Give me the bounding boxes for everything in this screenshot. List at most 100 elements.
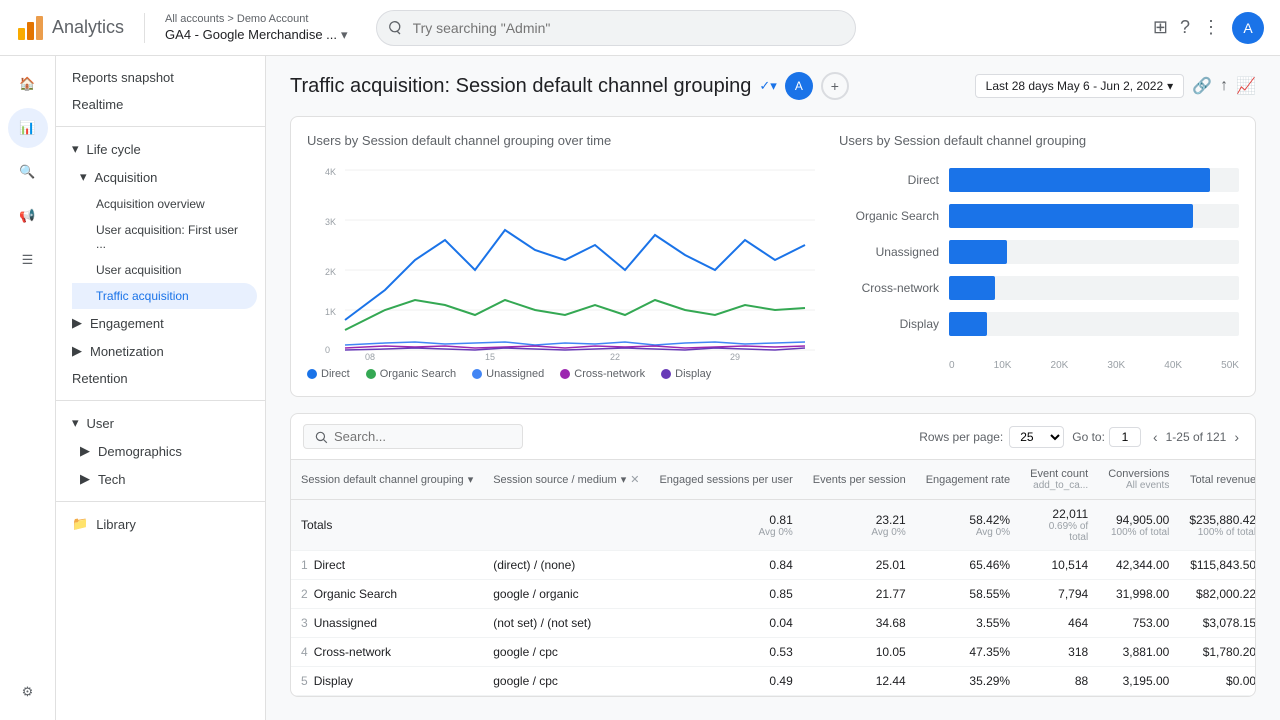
property-selector[interactable]: GA4 - Google Merchandise ... ▾ [165, 27, 348, 43]
topbar-actions: ⊞ ? ⋮ A [1153, 12, 1264, 44]
rows-per-page-select[interactable]: 25 50 100 [1009, 426, 1064, 448]
nav-explore-icon[interactable]: 🔍 [8, 152, 48, 192]
page-header-actions: Last 28 days May 6 - Jun 2, 2022 ▾ 🔗 ↑ 📈 [975, 74, 1256, 98]
sidebar-item-acquisition-overview[interactable]: Acquisition overview [72, 191, 257, 217]
sidebar-acquisition-header[interactable]: ▾ Acquisition [64, 163, 265, 191]
page-title-row: Traffic acquisition: Session default cha… [290, 72, 849, 100]
session-source-close-icon[interactable]: ✕ [630, 473, 639, 486]
data-table: Session default channel grouping ▾ Sessi… [291, 460, 1256, 696]
col-header-total-revenue: Total revenue [1179, 460, 1256, 500]
nav-configure-icon[interactable]: ☰ [8, 240, 48, 280]
legend-display: Display [661, 368, 711, 380]
table-row: 5Display google / cpc 0.49 12.44 35.29% … [291, 667, 1256, 696]
help-icon[interactable]: ? [1180, 17, 1190, 38]
sidebar-divider-1 [56, 126, 265, 127]
table-row: 2Organic Search google / organic 0.85 21… [291, 580, 1256, 609]
topbar: Analytics All accounts > Demo Account GA… [0, 0, 1280, 56]
bar-unassigned: Unassigned [839, 240, 1239, 264]
goto-box: Go to: [1072, 427, 1141, 447]
col-header-events-per-session: Events per session [803, 460, 916, 500]
sidebar-item-library[interactable]: 📁 Library [56, 510, 257, 538]
table-search-box[interactable] [303, 424, 523, 449]
search-input[interactable] [376, 10, 856, 46]
table-row: 3Unassigned (not set) / (not set) 0.04 3… [291, 609, 1256, 638]
app-name: Analytics [52, 17, 124, 38]
page-title: Traffic acquisition: Session default cha… [290, 75, 751, 98]
sidebar-item-realtime[interactable]: Realtime [56, 91, 257, 118]
nav-admin-icon[interactable]: ⚙ [8, 672, 48, 712]
sidebar-tech-header[interactable]: ▶ Tech [64, 465, 265, 493]
main-content: Traffic acquisition: Session default cha… [266, 56, 1280, 720]
logo-area: Analytics [16, 14, 124, 42]
date-range-picker[interactable]: Last 28 days May 6 - Jun 2, 2022 ▾ [975, 74, 1184, 98]
goto-input[interactable] [1109, 427, 1141, 447]
search-icon [386, 20, 402, 36]
pagination-next[interactable]: › [1230, 427, 1243, 447]
topbar-divider [144, 13, 145, 43]
nav-icons: 🏠 📊 🔍 📢 ☰ ⚙ [0, 56, 56, 720]
title-check-icon[interactable]: ✓▾ [759, 78, 776, 94]
add-comparison-icon[interactable]: + [821, 72, 849, 100]
sidebar-user-header[interactable]: ▾ User [56, 409, 265, 437]
session-source-filter-icon[interactable]: ▾ [621, 473, 627, 486]
apps-icon[interactable]: ⊞ [1153, 17, 1168, 38]
export-icon[interactable]: ↑ [1220, 77, 1228, 95]
col-header-conversions: Conversions All events [1098, 460, 1179, 500]
svg-text:22: 22 [610, 352, 620, 360]
bar-chart-title: Users by Session default channel groupin… [839, 133, 1239, 148]
pagination-prev[interactable]: ‹ [1149, 427, 1162, 447]
sidebar-lifecycle-header[interactable]: ▾ Life cycle [56, 135, 265, 163]
nav-home-icon[interactable]: 🏠 [8, 64, 48, 104]
chart-legend: Direct Organic Search Unassigned Cross-n… [307, 368, 823, 380]
sidebar-item-retention[interactable]: Retention [56, 365, 257, 392]
table-row-totals: Totals 0.81 Avg 0% 23.21 Avg 0% 58.42% [291, 500, 1256, 551]
bar-display: Display [839, 312, 1239, 336]
table-toolbar: Rows per page: 25 50 100 Go to: ‹ 1-25 o… [291, 414, 1255, 460]
totals-label-cell: Totals [291, 500, 483, 551]
legend-organic: Organic Search [366, 368, 456, 380]
col-header-session-source: Session source / medium ▾ ✕ [483, 460, 649, 500]
analytics-logo-icon [16, 14, 44, 42]
sidebar-demographics-header[interactable]: ▶ Demographics [64, 437, 265, 465]
col-header-session-default: Session default channel grouping ▾ [291, 460, 483, 500]
pagination: ‹ 1-25 of 121 › [1149, 427, 1243, 447]
bar-direct: Direct [839, 168, 1239, 192]
search-area[interactable] [376, 10, 856, 46]
session-default-filter-icon[interactable]: ▾ [468, 473, 474, 486]
col-header-event-count: Event count add_to_ca... [1020, 460, 1098, 500]
sidebar-monetization-header[interactable]: ▶ Monetization [56, 337, 265, 365]
sidebar: Reports snapshot Realtime ▾ Life cycle ▾… [56, 56, 266, 720]
svg-text:15: 15 [485, 352, 495, 360]
more-options-icon[interactable]: 📈 [1236, 76, 1256, 96]
svg-text:1K: 1K [325, 307, 336, 317]
share-icon[interactable]: 🔗 [1192, 76, 1212, 96]
nav-advertising-icon[interactable]: 📢 [8, 196, 48, 236]
bar-organic: Organic Search [839, 204, 1239, 228]
charts-row: Users by Session default channel groupin… [290, 116, 1256, 397]
svg-text:0: 0 [325, 345, 330, 355]
legend-direct: Direct [307, 368, 350, 380]
table-search-input[interactable] [334, 429, 494, 444]
svg-text:08: 08 [365, 352, 375, 360]
settings-icon[interactable]: ⋮ [1202, 17, 1220, 38]
legend-unassigned: Unassigned [472, 368, 544, 380]
table-row: 4Cross-network google / cpc 0.53 10.05 4… [291, 638, 1256, 667]
sidebar-item-user-acquisition[interactable]: User acquisition [72, 257, 257, 283]
table-row: 1Direct (direct) / (none) 0.84 25.01 65.… [291, 551, 1256, 580]
nav-reports-icon[interactable]: 📊 [8, 108, 48, 148]
col-header-engaged-sessions: Engaged sessions per user [649, 460, 802, 500]
user-avatar[interactable]: A [1232, 12, 1264, 44]
svg-text:2K: 2K [325, 267, 336, 277]
legend-cross-network: Cross-network [560, 368, 645, 380]
sidebar-item-user-acquisition-first[interactable]: User acquisition: First user ... [72, 217, 257, 257]
table-section: Rows per page: 25 50 100 Go to: ‹ 1-25 o… [290, 413, 1256, 697]
sidebar-engagement-header[interactable]: ▶ Engagement [56, 309, 265, 337]
sidebar-item-traffic-acquisition[interactable]: Traffic acquisition [72, 283, 257, 309]
sidebar-item-reports-snapshot[interactable]: Reports snapshot [56, 64, 257, 91]
sidebar-divider-3 [56, 501, 265, 502]
col-header-engagement-rate: Engagement rate [916, 460, 1020, 500]
table-search-icon [314, 430, 328, 444]
page-header: Traffic acquisition: Session default cha… [290, 72, 1256, 100]
account-section: All accounts > Demo Account GA4 - Google… [165, 13, 348, 43]
account-link[interactable]: All accounts > Demo Account [165, 13, 348, 25]
